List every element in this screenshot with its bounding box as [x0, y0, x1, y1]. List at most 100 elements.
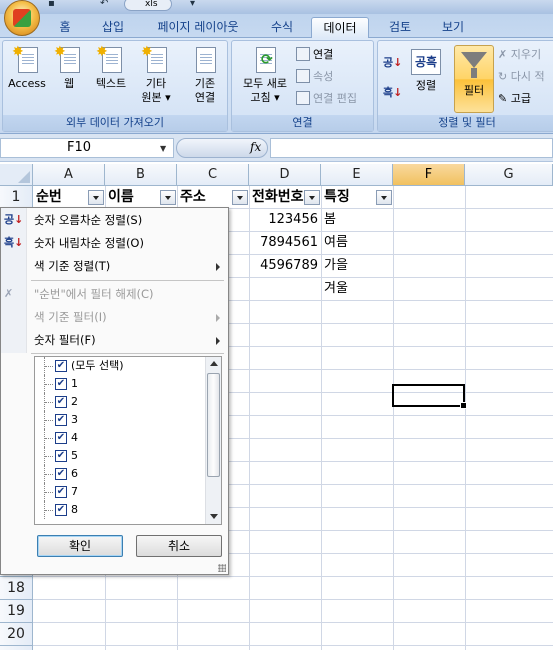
row-header-18[interactable]: 18: [0, 577, 33, 600]
tab-view[interactable]: 보기: [433, 17, 473, 38]
existing-connections-button[interactable]: 기존 연결: [185, 45, 225, 105]
column-header-d[interactable]: D: [249, 164, 321, 186]
scroll-up-icon[interactable]: [206, 357, 221, 371]
cancel-button[interactable]: 취소: [136, 535, 222, 557]
tab-formulas[interactable]: 수식: [262, 17, 302, 38]
checkbox[interactable]: ✔: [55, 378, 67, 390]
submenu-arrow-icon: [216, 314, 220, 322]
cell-e2[interactable]: 봄: [321, 209, 393, 232]
cell-d3[interactable]: 7894561: [249, 232, 321, 255]
menu-number-filters[interactable]: 숫자 필터(F): [34, 329, 224, 351]
cell-e5[interactable]: 겨울: [321, 278, 393, 301]
checkbox[interactable]: ✔: [55, 504, 67, 516]
checkbox[interactable]: ✔: [55, 360, 67, 372]
checkbox[interactable]: ✔: [55, 486, 67, 498]
list-item[interactable]: ✔ 6: [35, 465, 205, 483]
row-header-21[interactable]: 21: [0, 646, 33, 650]
list-item[interactable]: ✔ 1: [35, 375, 205, 393]
checkbox[interactable]: ✔: [55, 450, 67, 462]
sort-descending-button[interactable]: 흑↓: [383, 85, 402, 101]
filter-dropdown-d[interactable]: [304, 190, 320, 205]
list-item[interactable]: ✔ 3: [35, 411, 205, 429]
cell-b1[interactable]: 이름: [105, 186, 161, 209]
reapply-button[interactable]: ↻ 다시 적: [498, 69, 545, 85]
tab-data[interactable]: 데이터: [311, 17, 369, 39]
sort-ascending-button[interactable]: 공↓: [383, 55, 402, 71]
row-header-19[interactable]: 19: [0, 600, 33, 623]
connections-button[interactable]: 연결: [296, 47, 333, 63]
column-header-f[interactable]: F: [393, 164, 465, 186]
menu-clear-filter[interactable]: "순번"에서 필터 해제(C): [34, 283, 224, 305]
column-header-g[interactable]: G: [465, 164, 553, 186]
grid-line: [33, 576, 553, 577]
list-item[interactable]: ✔ 5: [35, 447, 205, 465]
column-header-a[interactable]: A: [33, 164, 105, 186]
tab-insert[interactable]: 삽입: [95, 17, 131, 38]
list-item[interactable]: ✔ 4: [35, 429, 205, 447]
cell-d1[interactable]: 전화번호: [249, 186, 305, 209]
quick-access-file[interactable]: xls: [124, 0, 172, 11]
menu-sort-ascending[interactable]: 숫자 오름차순 정렬(S): [34, 209, 224, 231]
other-sources-button[interactable]: ✸ 기타 원본 ▾: [135, 45, 177, 105]
column-header-b[interactable]: B: [105, 164, 177, 186]
list-item-select-all[interactable]: ✔ (모두 선택): [35, 357, 205, 375]
clear-filter-button[interactable]: ✗ 지우기: [498, 47, 541, 63]
checkbox[interactable]: ✔: [55, 468, 67, 480]
filter-dropdown-b[interactable]: [160, 190, 176, 205]
worksheet-grid[interactable]: A B C D E F G 12345678910111213141516171…: [0, 164, 553, 650]
checkbox[interactable]: ✔: [55, 396, 67, 408]
filter-values-list[interactable]: ✔ (모두 선택) ✔ 1 ✔ 2 ✔ 3 ✔ 4 ✔ 5 ✔ 6 ✔ 7 ✔ 8: [34, 356, 222, 525]
menu-sort-descending[interactable]: 숫자 내림차순 정렬(O): [34, 232, 224, 254]
row-header-20[interactable]: 20: [0, 623, 33, 646]
qat-customize-icon[interactable]: ▾: [190, 0, 204, 12]
edit-links-button[interactable]: 연결 편집: [296, 91, 357, 107]
selected-cell-f10[interactable]: [392, 384, 467, 409]
tab-review[interactable]: 검토: [380, 17, 420, 38]
cell-c1[interactable]: 주소: [177, 186, 233, 209]
cell-e1[interactable]: 특징: [321, 186, 377, 209]
filter-button[interactable]: 필터: [454, 45, 494, 113]
access-button[interactable]: ✸ Access: [5, 45, 49, 91]
filter-dropdown-e[interactable]: [376, 190, 392, 205]
down-arrow-icon: ↓: [393, 56, 403, 69]
scroll-down-icon[interactable]: [206, 509, 221, 523]
resize-grip-icon[interactable]: [218, 564, 226, 572]
web-button[interactable]: ✸ 웹: [53, 45, 85, 91]
tab-home[interactable]: 홈: [52, 17, 78, 38]
list-item[interactable]: ✔ 8: [35, 501, 205, 519]
column-header-c[interactable]: C: [177, 164, 249, 186]
refresh-all-button[interactable]: ⟳ 모두 새로 고침 ▾: [234, 45, 296, 105]
column-header-e[interactable]: E: [321, 164, 393, 186]
name-box[interactable]: F10: [0, 138, 174, 158]
sort-button[interactable]: 공흑 정렬: [406, 49, 446, 93]
cell-d2[interactable]: 123456: [249, 209, 321, 232]
select-all-corner[interactable]: [0, 164, 33, 186]
properties-button[interactable]: 속성: [296, 69, 333, 85]
row-header-1[interactable]: 1: [0, 186, 33, 209]
cell-d4[interactable]: 4596789: [249, 255, 321, 278]
office-button[interactable]: [4, 0, 40, 36]
cell-e4[interactable]: 가을: [321, 255, 393, 278]
checkbox[interactable]: ✔: [55, 432, 67, 444]
advanced-filter-button[interactable]: ✎ 고급: [498, 91, 531, 107]
cell-e3[interactable]: 여름: [321, 232, 393, 255]
formula-input[interactable]: [270, 138, 553, 158]
ok-button[interactable]: 확인: [37, 535, 123, 557]
filter-dropdown-a[interactable]: [88, 190, 104, 205]
menu-filter-by-color[interactable]: 색 기준 필터(I): [34, 306, 224, 328]
name-box-dropdown-icon[interactable]: ▼: [160, 144, 166, 153]
save-icon[interactable]: ▪: [48, 0, 62, 12]
group-label-connections: 연결: [232, 115, 373, 131]
list-item[interactable]: ✔ 7: [35, 483, 205, 501]
undo-icon[interactable]: ↶: [100, 0, 114, 12]
cell-a1[interactable]: 순번: [33, 186, 89, 209]
text-button[interactable]: ✸ 텍스트: [89, 45, 133, 91]
insert-function-icon[interactable]: fx: [250, 140, 261, 154]
scroll-thumb[interactable]: [207, 373, 220, 477]
tab-page-layout[interactable]: 페이지 레이아웃: [146, 17, 250, 38]
list-item[interactable]: ✔ 2: [35, 393, 205, 411]
menu-sort-by-color[interactable]: 색 기준 정렬(T): [34, 255, 224, 277]
list-scrollbar[interactable]: [205, 357, 221, 524]
filter-dropdown-c[interactable]: [232, 190, 248, 205]
checkbox[interactable]: ✔: [55, 414, 67, 426]
